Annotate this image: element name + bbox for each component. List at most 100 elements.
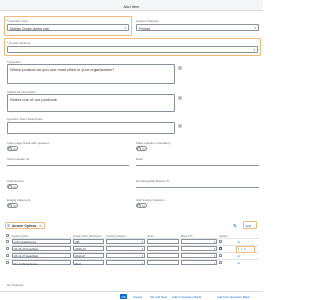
toggle-knob	[8, 204, 12, 208]
table-row[interactable]: HS 11-07 HeadSets HS11-07 ▾ ▾ ⊖	[5, 251, 259, 259]
chevron-down-icon: ▾	[213, 261, 216, 266]
delete-icon[interactable]: ⊖	[237, 254, 239, 258]
category-select[interactable]: ▾	[106, 245, 146, 251]
toggle-knob	[8, 147, 12, 151]
branch-to-input[interactable]	[136, 184, 259, 188]
toggle-state: No	[13, 147, 17, 151]
category-select[interactable]: ▾	[106, 238, 146, 244]
answer-category-label: Answer Category	[136, 19, 160, 23]
ok-button[interactable]: OK	[120, 294, 128, 299]
row-checkbox[interactable]	[6, 246, 9, 250]
question-textarea[interactable]: Which product do you use most often in y…	[7, 64, 182, 84]
short-description-input[interactable]: HS11-07	[72, 252, 105, 258]
add-to-question-bank-button[interactable]: Add to Question Bank	[172, 295, 201, 299]
chevron-down-icon: ▾	[213, 240, 216, 245]
col-actions	[236, 231, 259, 238]
list-icon: ☰	[7, 223, 11, 228]
toggle-knob	[8, 185, 12, 189]
col-answer-option: Answer Option	[11, 234, 29, 238]
selected-count: ⊖ 1 Selected	[7, 283, 23, 287]
question-type-select[interactable]: Multiple Choice (select one) ▾	[7, 24, 129, 31]
row-actions: ⊖	[236, 237, 259, 245]
attachments-label: Attachments	[7, 179, 24, 183]
chevron-down-icon: ▾	[213, 254, 216, 259]
score-input[interactable]	[147, 245, 179, 251]
answer-option-input[interactable]: HS 36-43 HeadSets	[11, 245, 71, 251]
toggle-state: No	[142, 204, 146, 208]
row-actions: ⊖	[236, 251, 259, 259]
default-checkbox[interactable]	[219, 246, 223, 250]
toggle-knob	[137, 147, 141, 151]
mandatory-toggle[interactable]: No	[136, 146, 147, 151]
row-checkbox[interactable]	[6, 260, 9, 264]
question-type-value: Multiple Choice (select one)	[10, 26, 50, 31]
dialog-title: Add Item	[123, 3, 140, 9]
score-input[interactable]	[147, 259, 179, 265]
info-icon	[178, 96, 182, 100]
col-default: Default	[219, 234, 228, 238]
default-checkbox[interactable]	[219, 239, 223, 243]
branch-to-select[interactable]: ▾	[180, 238, 218, 245]
default-checkbox[interactable]	[219, 260, 223, 264]
short-description-textarea[interactable]	[7, 122, 182, 134]
ok-and-new-button[interactable]: OK and New	[150, 295, 167, 299]
score-input[interactable]	[147, 238, 179, 244]
answer-option-input[interactable]: H 82 Headphones	[11, 238, 71, 244]
edit-button[interactable]: Edit	[246, 224, 251, 228]
short-description-input[interactable]: HS36-43	[72, 245, 105, 251]
selected-count-text: 1 Selected	[10, 283, 24, 287]
chevron-down-icon: ▾	[254, 26, 256, 31]
delete-selected-icon[interactable]: ⊖	[7, 283, 9, 287]
category-select[interactable]: ▾	[106, 259, 146, 266]
additional-info-textarea[interactable]: Select one of our products	[7, 94, 182, 112]
ratio-input[interactable]	[136, 162, 259, 166]
add-source-toggle[interactable]: No	[136, 203, 147, 208]
branch-to-select[interactable]: ▾	[180, 245, 218, 251]
enable-statement-toggle[interactable]: No	[7, 203, 18, 208]
short-description-input[interactable]: H82	[72, 238, 105, 244]
col-score: Score	[147, 234, 154, 238]
row-checkbox[interactable]	[6, 239, 9, 243]
answer-category-select[interactable]: Product ▾	[136, 24, 259, 31]
additional-info-value: Select one of our products	[10, 97, 57, 102]
sort-icon[interactable]: ⇅	[233, 223, 236, 228]
answer-option-input[interactable]: M 1-6 Microphones	[11, 259, 71, 266]
short-description-label: Question Short Description	[7, 117, 43, 121]
col-branch-to: Branch To	[180, 234, 193, 238]
cancel-button[interactable]: Cancel	[133, 295, 142, 299]
branch-to-select[interactable]: ▾	[180, 259, 218, 266]
row-checkbox[interactable]	[6, 253, 9, 257]
dialog-titlebar: Add Item	[0, 0, 263, 11]
page-break-label: Insert page break after question	[7, 141, 50, 145]
branch-to-label: Exchangeable Branch To	[136, 179, 170, 183]
default-checkbox[interactable]	[219, 253, 223, 257]
show-header-label: Show Header for	[7, 157, 30, 161]
score-input[interactable]	[147, 252, 179, 258]
col-short-description: Answer Short Description	[72, 234, 102, 238]
show-header-input[interactable]	[7, 162, 129, 166]
select-all-checkbox[interactable]	[6, 233, 9, 237]
table-row[interactable]: M 1-6 Microphones M1-6 ▾ ▾ ⊖	[5, 258, 259, 266]
info-icon	[178, 66, 182, 70]
branch-to-select[interactable]: ▾	[180, 252, 218, 259]
table-row[interactable]: HS 36-43 HeadSets HS36-43 ▾ ▾ ⇡ ⇣ ⇳	[5, 244, 259, 253]
table-row[interactable]: H 82 Headphones H82 ▾ ▾ ⊖	[5, 237, 259, 245]
answer-attribute-select[interactable]: ▾	[7, 46, 258, 53]
delete-icon[interactable]: ⊖	[237, 261, 239, 265]
row-actions: ⇡ ⇣ ⇳	[236, 244, 259, 253]
page-break-toggle[interactable]: No	[7, 146, 18, 151]
ratio-label: Ratio	[136, 157, 144, 161]
question-type-label: Question Type	[7, 19, 28, 23]
row-actions-highlight	[236, 245, 256, 253]
category-select[interactable]: ▾	[106, 252, 146, 258]
close-icon[interactable]: ✕	[39, 224, 42, 228]
info-icon	[178, 124, 182, 128]
attachments-toggle[interactable]: No	[7, 184, 18, 189]
question-value: Which product do you use most often in y…	[10, 67, 115, 72]
answer-option-input[interactable]: HS 11-07 HeadSets	[11, 252, 71, 258]
short-description-input[interactable]: M1-6	[72, 259, 105, 266]
delete-icon[interactable]: ⊖	[237, 240, 239, 244]
chevron-down-icon: ▾	[141, 261, 144, 266]
add-from-question-bank-button[interactable]: Add from Question Bank	[217, 295, 250, 299]
answer-table: Answer Option Answer Short Description A…	[5, 231, 259, 266]
